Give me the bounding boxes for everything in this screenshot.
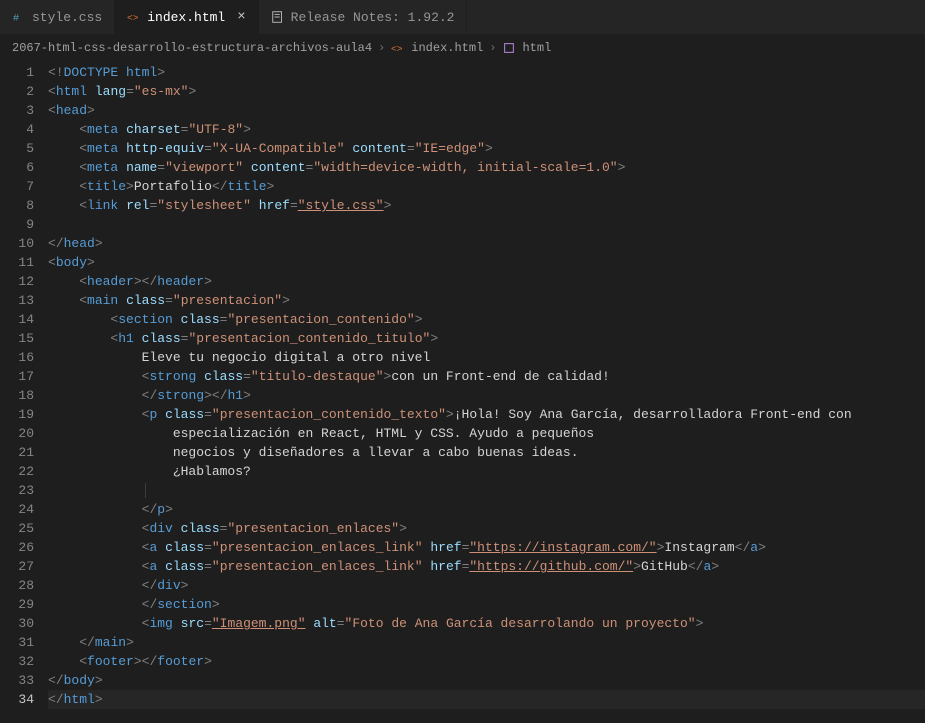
breadcrumb: 2067-html-css-desarrollo-estructura-arch…: [0, 35, 925, 61]
html-icon: <>: [127, 10, 141, 24]
tab-label: index.html: [147, 10, 225, 25]
editor: 1234567891011121314151617181920212223242…: [0, 61, 925, 723]
code-area[interactable]: <!DOCTYPE html><html lang="es-mx"><head>…: [48, 61, 925, 723]
css-icon: #: [12, 10, 26, 24]
html-icon: <>: [391, 41, 405, 55]
chevron-right-icon: ›: [489, 41, 496, 55]
line-number-gutter: 1234567891011121314151617181920212223242…: [0, 61, 48, 723]
notes-icon: [271, 10, 285, 24]
symbol-icon: [502, 41, 516, 55]
breadcrumb-project[interactable]: 2067-html-css-desarrollo-estructura-arch…: [12, 41, 372, 55]
tab-index-html[interactable]: <> index.html ×: [115, 0, 258, 34]
tab-release-notes[interactable]: Release Notes: 1.92.2: [259, 0, 468, 34]
tab-label: style.css: [32, 10, 102, 25]
tab-style-css[interactable]: # style.css: [0, 0, 115, 34]
svg-text:#: #: [13, 13, 19, 25]
breadcrumb-file[interactable]: index.html: [411, 41, 483, 55]
tab-bar: # style.css <> index.html × Release Note…: [0, 0, 925, 35]
breadcrumb-symbol[interactable]: html: [522, 41, 551, 55]
close-icon[interactable]: ×: [237, 9, 245, 25]
svg-text:<>: <>: [127, 13, 139, 24]
tab-label: Release Notes: 1.92.2: [291, 10, 455, 25]
chevron-right-icon: ›: [378, 41, 385, 55]
svg-text:<>: <>: [391, 44, 403, 55]
